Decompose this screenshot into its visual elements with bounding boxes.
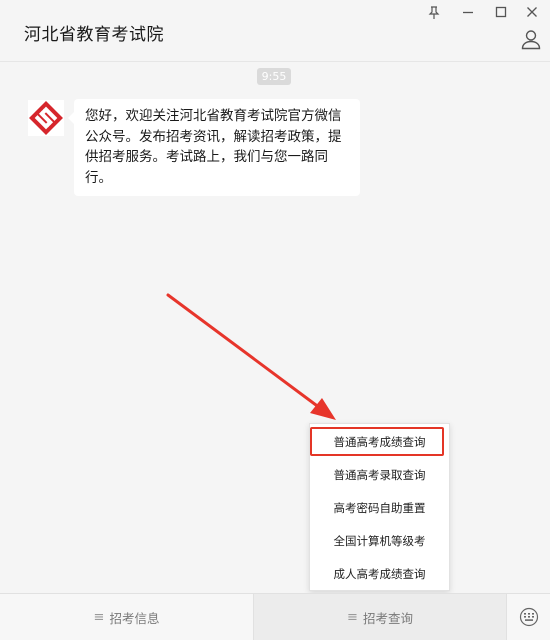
menu-icon: ≡: [93, 609, 105, 625]
menu-button-label: 招考查询: [362, 610, 413, 626]
welcome-message-text: 您好，欢迎关注河北省教育考试院官方微信公众号。发布招考资讯，解读招考政策，提供招…: [85, 108, 342, 186]
annotation-arrow-icon: [166, 293, 336, 420]
welcome-message-bubble: 您好，欢迎关注河北省教育考试院官方微信公众号。发布招考资讯，解读招考政策，提供招…: [68, 99, 360, 196]
menu-item-gaokao-score[interactable]: 普通高考成绩查询: [310, 425, 449, 458]
menu-button-exam-query[interactable]: ≡ 招考查询: [253, 594, 506, 640]
menu-item-gaokao-admission[interactable]: 普通高考录取查询: [310, 458, 449, 491]
menu-item-computer-rank-exam[interactable]: 全国计算机等级考: [310, 524, 449, 557]
account-avatar[interactable]: [28, 100, 64, 136]
profile-icon[interactable]: [520, 28, 542, 50]
menu-item-password-reset[interactable]: 高考密码自助重置: [310, 491, 449, 524]
menu-icon: ≡: [347, 609, 358, 625]
keyboard-toggle-icon[interactable]: [506, 594, 550, 640]
message-timestamp: 9:55: [257, 68, 291, 85]
bottom-menu-bar: ≡ 招考信息 ≡ 招考查询: [0, 593, 550, 640]
maximize-icon[interactable]: [490, 3, 512, 21]
query-submenu: 普通高考成绩查询 普通高考录取查询 高考密码自助重置 全国计算机等级考 成人高考…: [309, 423, 450, 591]
hebei-exam-logo-icon: [28, 100, 64, 136]
menu-item-adult-exam-score[interactable]: 成人高考成绩查询: [310, 557, 449, 590]
menu-button-label: 招考信息: [109, 610, 160, 626]
chat-title: 河北省教育考试院: [24, 25, 164, 45]
title-bar: 河北省教育考试院: [0, 0, 550, 62]
menu-button-exam-info[interactable]: ≡ 招考信息: [0, 594, 253, 640]
minimize-icon[interactable]: [457, 3, 479, 21]
pin-icon[interactable]: [423, 3, 445, 21]
close-icon[interactable]: [521, 3, 543, 21]
